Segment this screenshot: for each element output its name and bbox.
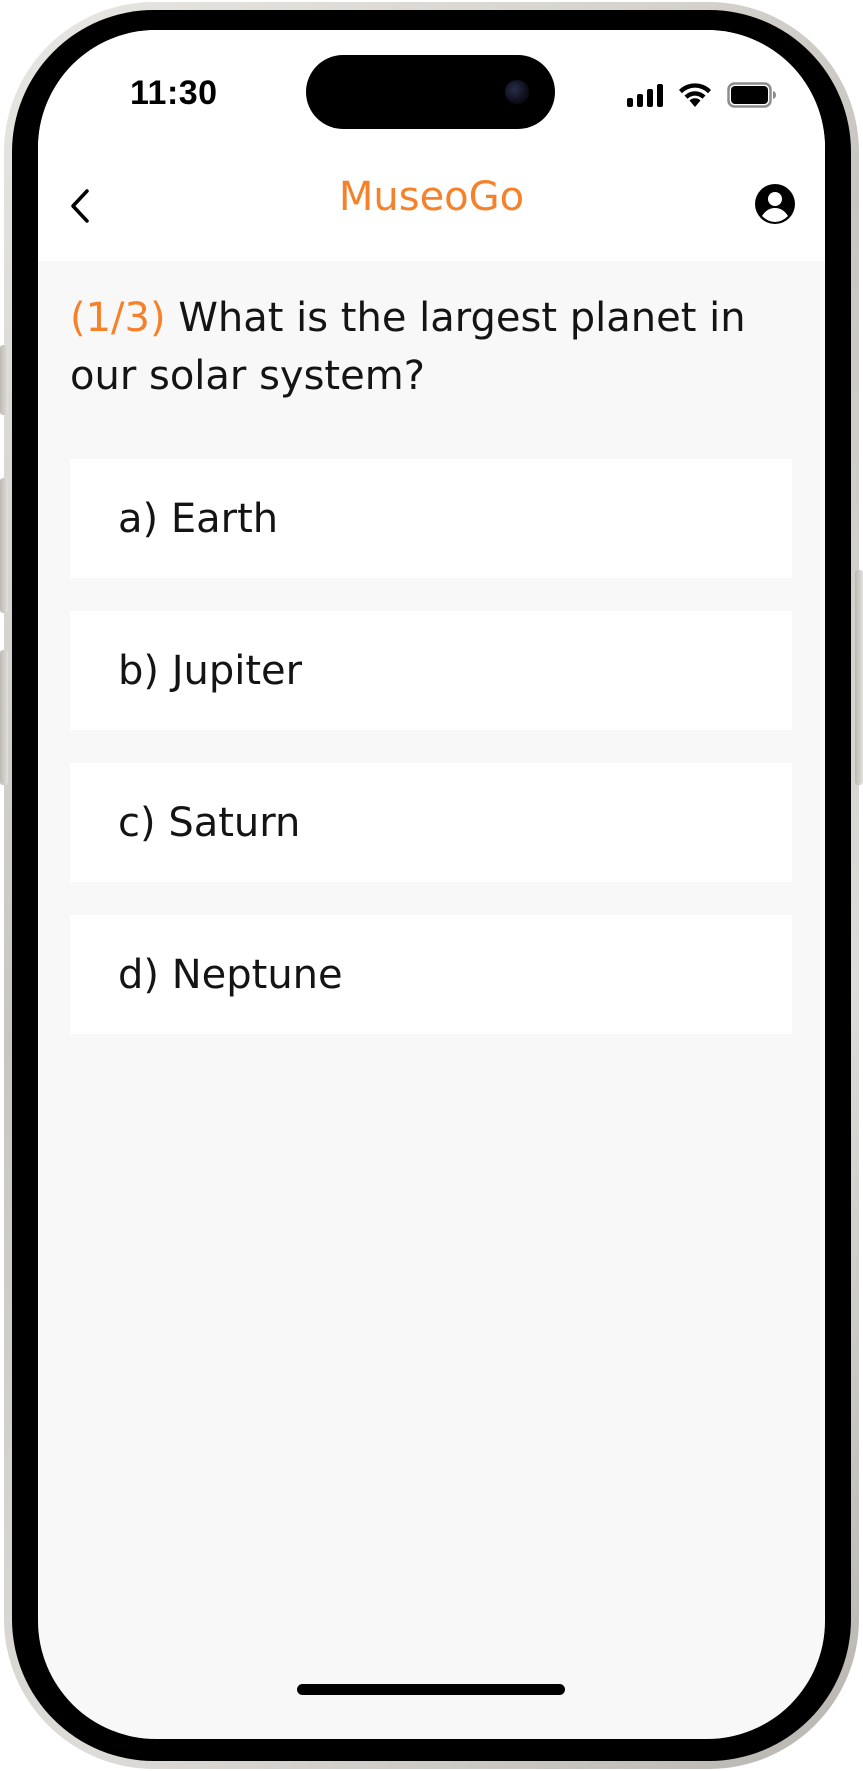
answer-option-b[interactable]: b) Jupiter: [70, 611, 792, 730]
answer-option-c[interactable]: c) Saturn: [70, 763, 792, 882]
answer-option-label: a) Earth: [118, 495, 279, 542]
answer-option-label: b) Jupiter: [118, 647, 303, 694]
cellular-signal-icon: [627, 83, 663, 107]
status-bar: 11:30: [38, 30, 825, 160]
answer-option-d[interactable]: d) Neptune: [70, 915, 792, 1034]
volume-up-button: [0, 478, 8, 613]
status-icons: [627, 82, 777, 108]
dynamic-island: [306, 55, 555, 129]
front-camera-icon: [505, 80, 529, 104]
home-indicator[interactable]: [297, 1684, 565, 1695]
action-button: [0, 345, 8, 415]
profile-button[interactable]: [753, 182, 797, 226]
app-title: MuseoGo: [338, 174, 525, 220]
volume-down-button: [0, 650, 8, 785]
account-circle-icon: [755, 184, 795, 224]
question-text: What is the largest planet in our solar …: [70, 295, 746, 399]
answer-option-label: c) Saturn: [118, 799, 301, 846]
quiz-question: (1/3) What is the largest planet in our …: [70, 289, 800, 405]
app-header: MuseoGo: [38, 160, 825, 261]
battery-icon: [727, 82, 776, 108]
answer-option-a[interactable]: a) Earth: [70, 459, 792, 578]
power-button: [855, 570, 863, 785]
status-time: 11:30: [130, 74, 218, 112]
app-screen: 11:30 MuseoGo (1/3) What is the largest …: [38, 30, 825, 1739]
question-progress: (1/3): [70, 295, 166, 341]
answer-option-label: d) Neptune: [118, 951, 343, 998]
wifi-icon: [679, 83, 711, 107]
